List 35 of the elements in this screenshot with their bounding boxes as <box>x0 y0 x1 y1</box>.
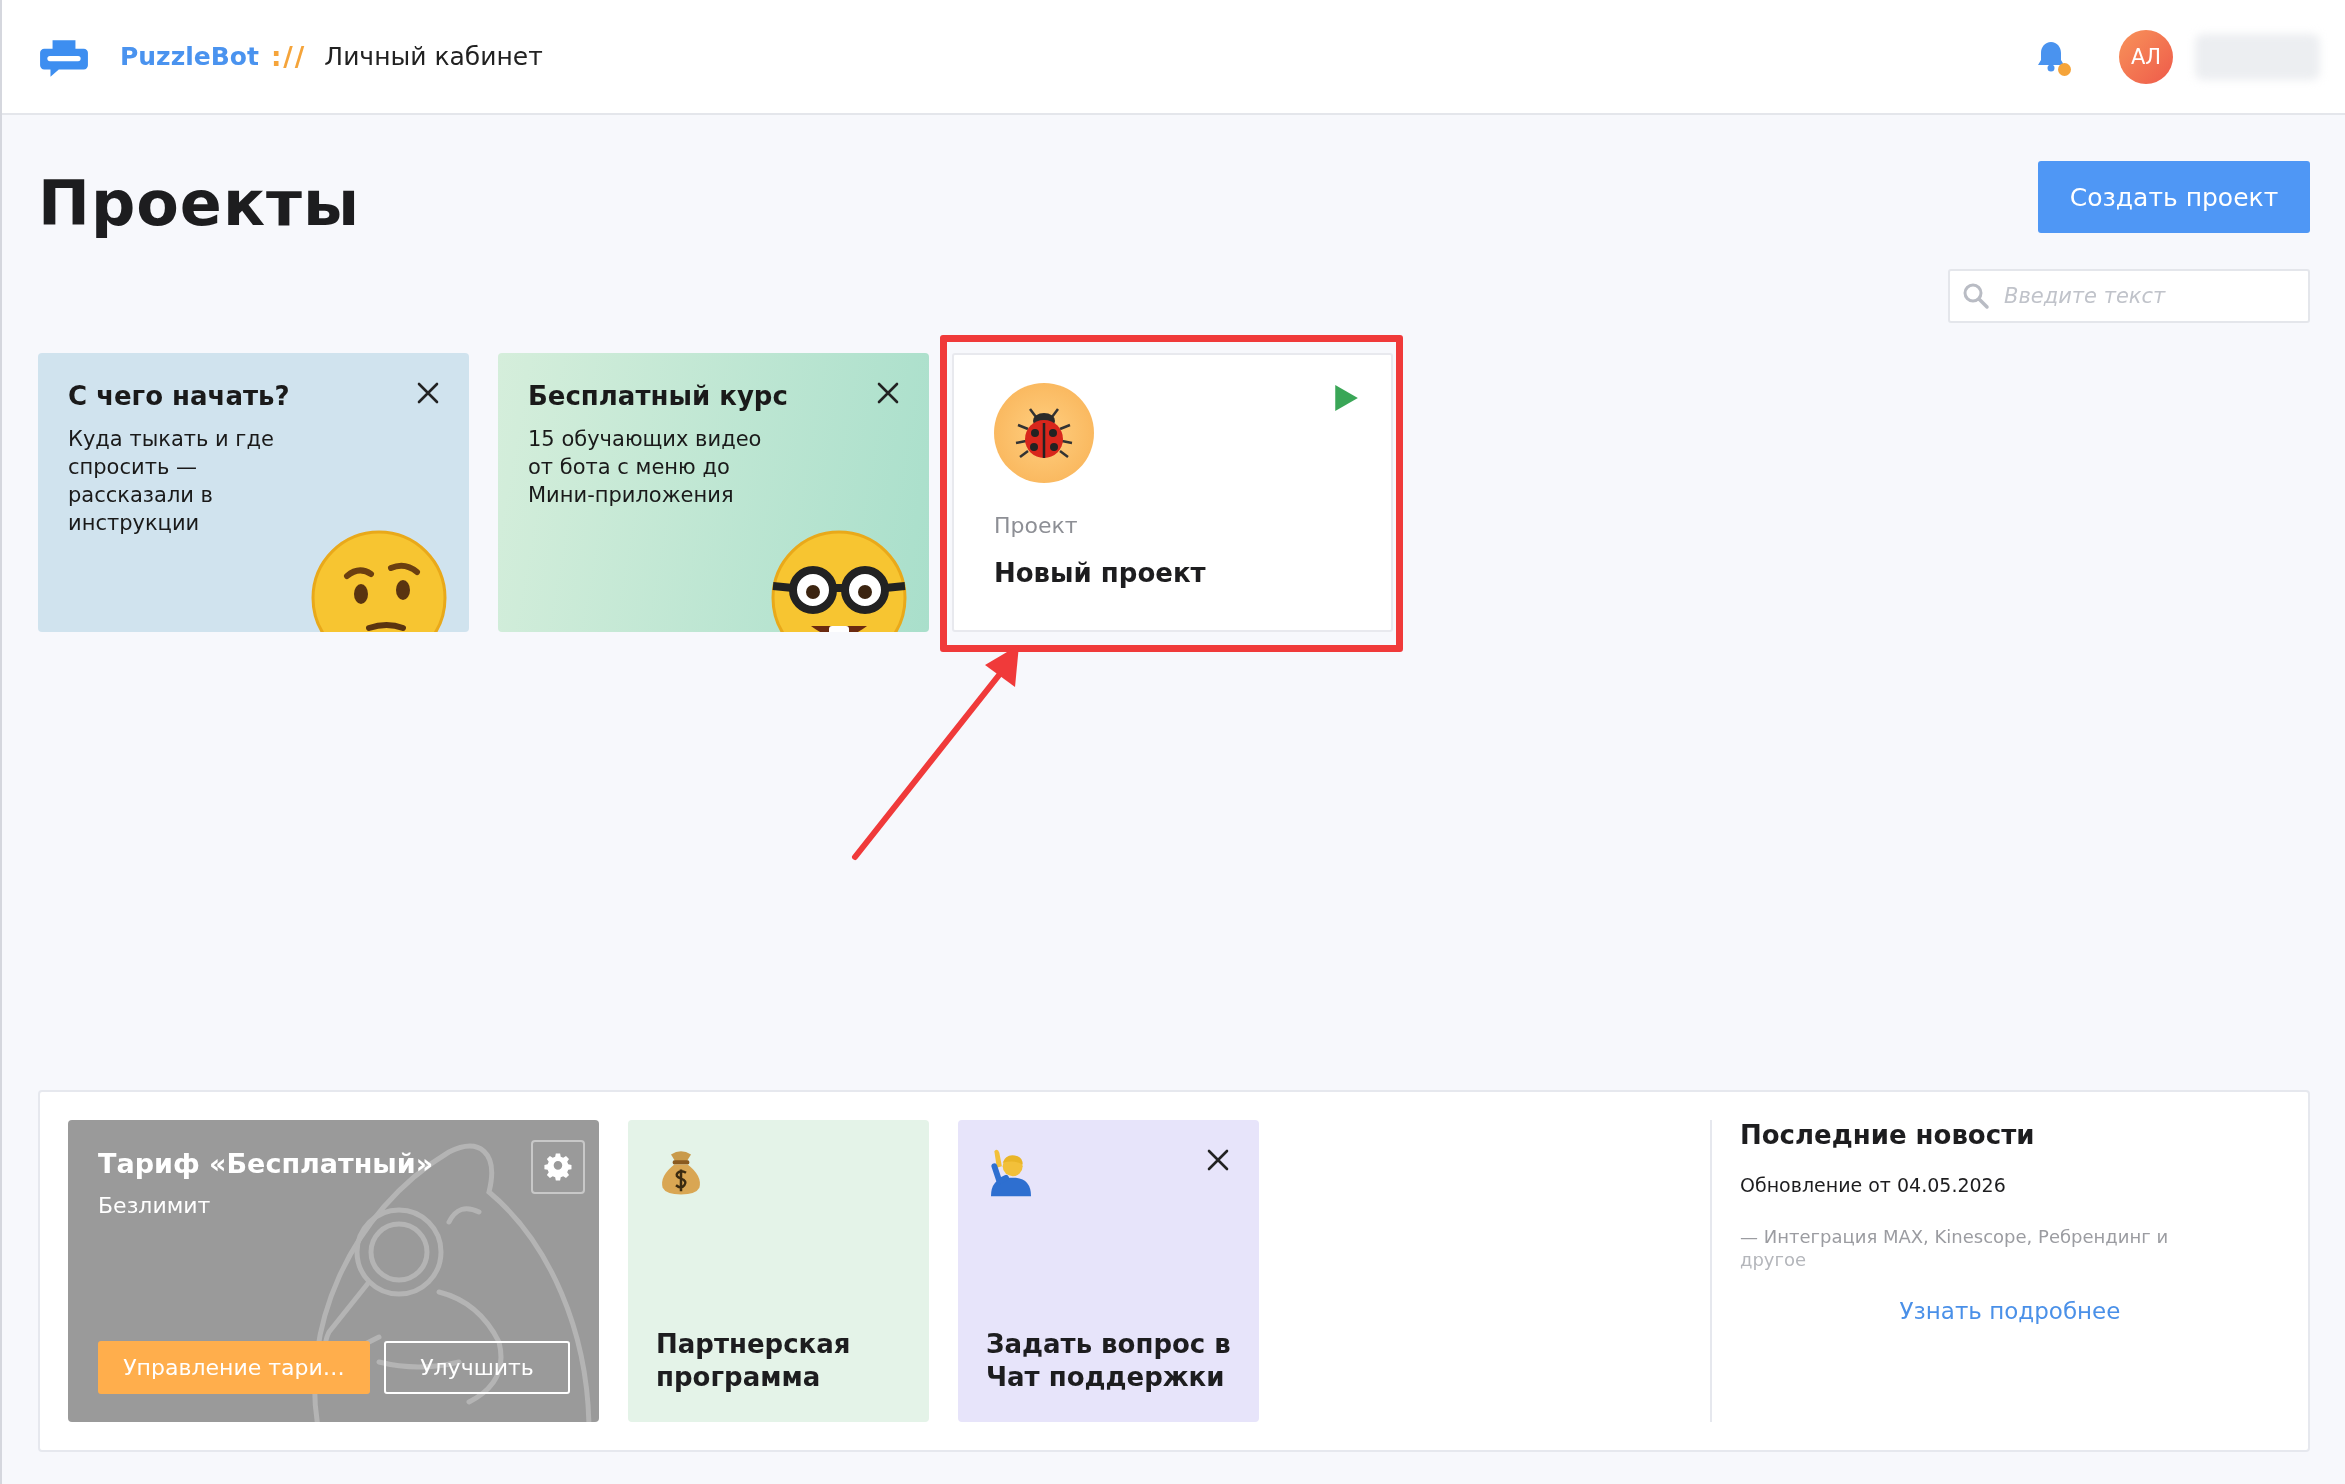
learn-more-link[interactable]: Узнать подробнее <box>1899 1298 2121 1324</box>
promo-title: Партнерская программа <box>656 1328 852 1394</box>
user-avatar[interactable]: АЛ <box>2119 29 2173 84</box>
news-text: другое <box>1740 1249 1808 1270</box>
tariff-title: Тариф «Бесплатный» <box>98 1148 435 1179</box>
play-icon <box>1333 384 1359 412</box>
nerd-face-icon <box>769 528 909 632</box>
card-title: Бесплатный курс <box>528 381 789 411</box>
promo-card[interactable]: Задать вопрос в Чат поддержки <box>958 1120 1259 1422</box>
section-title: Личный кабинет <box>324 42 543 71</box>
project-card[interactable]: Проект Новый проект <box>952 353 1393 632</box>
settings-icon <box>544 1153 572 1181</box>
brand-name[interactable]: PuzzleBot <box>120 42 259 71</box>
promo-title: Задать вопрос в Чат поддержки <box>986 1328 1232 1394</box>
card-text: Куда тыкать и где спросить — рассказали в инструкции <box>68 426 275 537</box>
search-field[interactable]: Введите текст <box>1948 269 2310 323</box>
news-text: — Интеграция MAX, Kinescope, Ребрендинг и <box>1740 1226 2170 1247</box>
card-title: С чего начать? <box>68 381 291 411</box>
promo-card[interactable]: Партнерская программа <box>628 1120 929 1422</box>
project-label: Проект <box>994 513 1079 538</box>
news-date: Обновление от 04.05.2026 <box>1740 1174 2007 1196</box>
thinking-face-icon <box>309 528 449 632</box>
card-text: 15 обучающих видео от бота с меню до Мини-приложения <box>528 426 763 509</box>
create-project-button[interactable]: Создать проект <box>2038 161 2310 233</box>
close-icon <box>875 380 901 406</box>
close-icon <box>415 380 441 406</box>
manage-tariff-button[interactable]: Управление тари… <box>98 1341 370 1394</box>
settings-button[interactable] <box>531 1140 585 1194</box>
upgrade-button[interactable]: Улучшить <box>384 1341 570 1394</box>
close-icon <box>1205 1147 1231 1173</box>
tariff-subtitle: Безлимит <box>98 1193 212 1218</box>
news-title: Последние новости <box>1740 1120 2036 1150</box>
project-name: Новый проект <box>994 558 1207 588</box>
search-icon <box>1962 282 1990 310</box>
separator: :// <box>270 41 307 72</box>
